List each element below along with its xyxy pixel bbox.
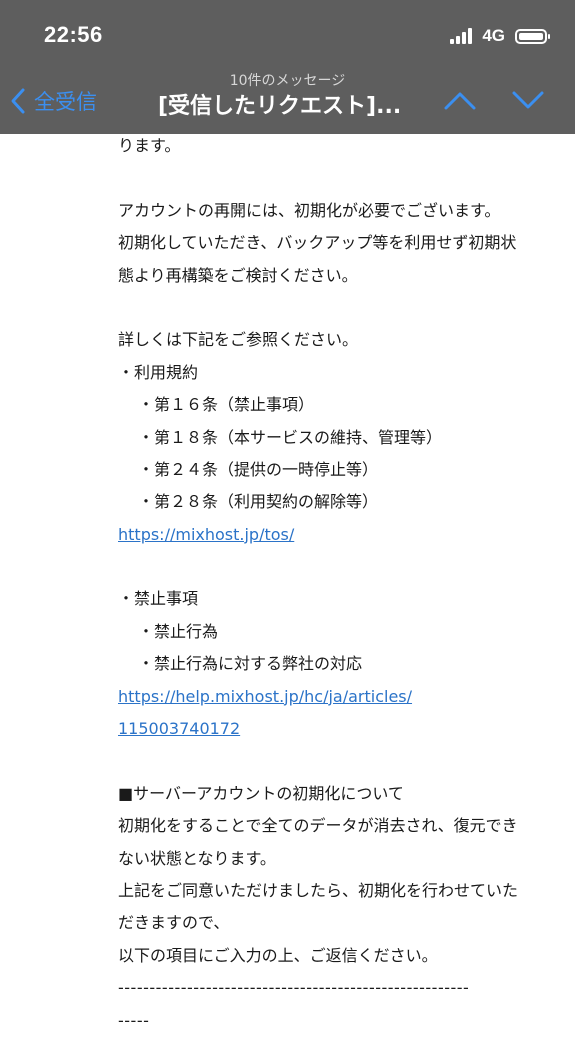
help-article-link[interactable]: https://help.mixhost.jp/hc/ja/articles/ (118, 687, 412, 706)
divider-dashes: ----- (118, 1010, 150, 1030)
terms-link[interactable]: https://mixhost.jp/tos/ (118, 525, 294, 544)
body-text: 以下の項目にご入力の上、ご返信ください。 (118, 945, 438, 965)
list-heading: ・禁止事項 (118, 589, 199, 609)
status-indicators: 4G (450, 24, 550, 48)
signal-icon (450, 28, 473, 44)
body-text: ります。 (118, 136, 181, 155)
body-text: アカウントの再開には、初期化が必要でございます。 (118, 200, 501, 220)
chevron-up-icon (444, 92, 476, 110)
message-count: 10件のメッセージ (229, 73, 346, 89)
body-text: 初期化していただき、バックアップ等を利用せず初期状 (118, 233, 517, 253)
email-body: ります。 アカウントの再開には、初期化が必要でございます。 初期化していただき、… (118, 130, 563, 1037)
back-label: 全受信 (34, 90, 97, 114)
list-item: ・禁止行為 (138, 621, 219, 641)
body-text: ない状態となります。 (118, 848, 276, 868)
status-time: 22:56 (44, 22, 103, 47)
next-message-button[interactable] (511, 88, 545, 116)
body-text: 上記をご同意いただけましたら、初期化を行わせていた (118, 880, 519, 900)
top-bar: 22:56 4G 全受信 10件のメッセージ [受信したリクエスト]... (0, 0, 575, 134)
previous-message-button[interactable] (443, 88, 477, 116)
back-button[interactable]: 全受信 (10, 86, 97, 116)
list-heading: ・利用規約 (118, 362, 199, 382)
list-item: ・第１６条（禁止事項） (138, 395, 315, 415)
list-item: ・第２８条（利用契約の解除等） (138, 492, 379, 512)
body-text: 態より再構築をご検討ください。 (118, 265, 358, 285)
body-text: 初期化をすることで全てのデータが消去され、復元でき (118, 816, 518, 836)
battery-icon (515, 28, 550, 44)
body-text: だきますので、 (118, 913, 230, 933)
list-item: ・第１８条（本サービスの維持、管理等） (138, 427, 443, 447)
chevron-left-icon (11, 88, 25, 114)
network-label: 4G (482, 26, 505, 45)
section-heading: ■サーバーアカウントの初期化について (118, 783, 404, 803)
list-item: ・禁止行為に対する弊社の対応 (138, 654, 363, 674)
email-subject-title: [受信したリクエスト]... (158, 94, 402, 119)
list-item: ・第２４条（提供の一時停止等） (138, 459, 379, 479)
help-article-link-continued[interactable]: 115003740172 (118, 719, 240, 738)
chevron-down-icon (512, 91, 544, 109)
divider-dashes: ----------------------------------------… (118, 978, 470, 998)
body-text: 詳しくは下記をご参照ください。 (118, 330, 359, 350)
